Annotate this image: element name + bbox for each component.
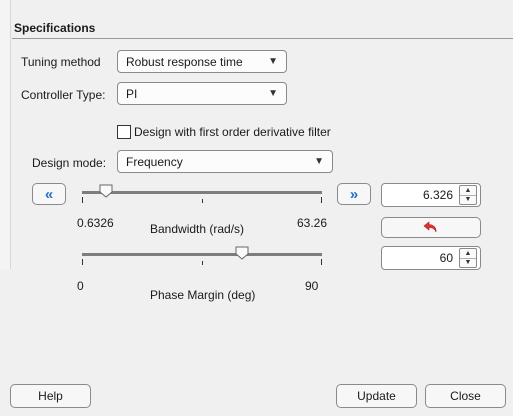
bandwidth-slider[interactable] xyxy=(82,191,322,194)
derivative-filter-label: Design with first order derivative filte… xyxy=(134,125,331,139)
tuning-method-label: Tuning method xyxy=(21,55,101,69)
tuning-method-dropdown[interactable]: Robust response time ▼ xyxy=(117,50,287,73)
tuning-method-value: Robust response time xyxy=(126,54,243,69)
chevron-down-icon: ▼ xyxy=(314,156,324,167)
bandwidth-tick-mid xyxy=(202,199,203,203)
phase-margin-slider[interactable] xyxy=(82,253,322,256)
section-divider xyxy=(12,38,513,39)
spinner-up-icon[interactable]: ▲ xyxy=(460,186,476,195)
undo-arrow-icon xyxy=(423,221,437,233)
phase-margin-value[interactable]: 60 xyxy=(382,251,459,265)
phase-margin-slider-thumb[interactable] xyxy=(235,246,249,260)
spinner-up-icon[interactable]: ▲ xyxy=(460,249,476,258)
design-mode-value: Frequency xyxy=(126,154,183,169)
phase-margin-tick-min xyxy=(82,259,83,265)
left-panel-edge xyxy=(0,0,11,269)
bandwidth-axis-label: Bandwidth (rad/s) xyxy=(150,222,245,236)
increase-bandwidth-button[interactable]: » xyxy=(337,183,371,205)
decrease-bandwidth-button[interactable]: « xyxy=(32,183,66,205)
bandwidth-value[interactable]: 6.326 xyxy=(382,188,459,202)
spinner-down-icon[interactable]: ▼ xyxy=(460,257,476,268)
design-mode-dropdown[interactable]: Frequency ▼ xyxy=(117,150,333,173)
phase-margin-spinner-arrows[interactable]: ▲ ▼ xyxy=(459,248,477,268)
derivative-filter-checkbox[interactable] xyxy=(117,125,131,139)
bandwidth-spinner-arrows[interactable]: ▲ ▼ xyxy=(459,185,477,205)
section-title: Specifications xyxy=(14,21,96,35)
bandwidth-tick-max xyxy=(321,197,322,203)
spinner-down-icon[interactable]: ▼ xyxy=(460,194,476,205)
bandwidth-min-label: 0.6326 xyxy=(77,216,114,230)
chevron-down-icon: ▼ xyxy=(268,88,278,99)
controller-type-value: PI xyxy=(126,86,138,101)
phase-margin-tick-mid xyxy=(202,261,203,265)
controller-type-label: Controller Type: xyxy=(21,88,106,102)
phase-margin-spinner[interactable]: 60 ▲ ▼ xyxy=(381,246,481,270)
phase-margin-axis-label: Phase Margin (deg) xyxy=(150,288,256,302)
chevron-down-icon: ▼ xyxy=(268,56,278,67)
reset-button[interactable] xyxy=(381,217,481,238)
phase-margin-min-label: 0 xyxy=(77,279,84,293)
design-mode-label: Design mode: xyxy=(32,156,107,170)
phase-margin-tick-max xyxy=(321,259,322,265)
controller-type-dropdown[interactable]: PI ▼ xyxy=(117,82,287,105)
phase-margin-max-label: 90 xyxy=(305,279,319,293)
close-button[interactable]: Close xyxy=(425,384,506,408)
help-button[interactable]: Help xyxy=(10,384,91,408)
bandwidth-spinner[interactable]: 6.326 ▲ ▼ xyxy=(381,183,481,207)
bandwidth-slider-thumb[interactable] xyxy=(99,184,113,198)
bandwidth-tick-min xyxy=(82,197,83,203)
update-button[interactable]: Update xyxy=(336,384,417,408)
bandwidth-max-label: 63.26 xyxy=(297,216,328,230)
